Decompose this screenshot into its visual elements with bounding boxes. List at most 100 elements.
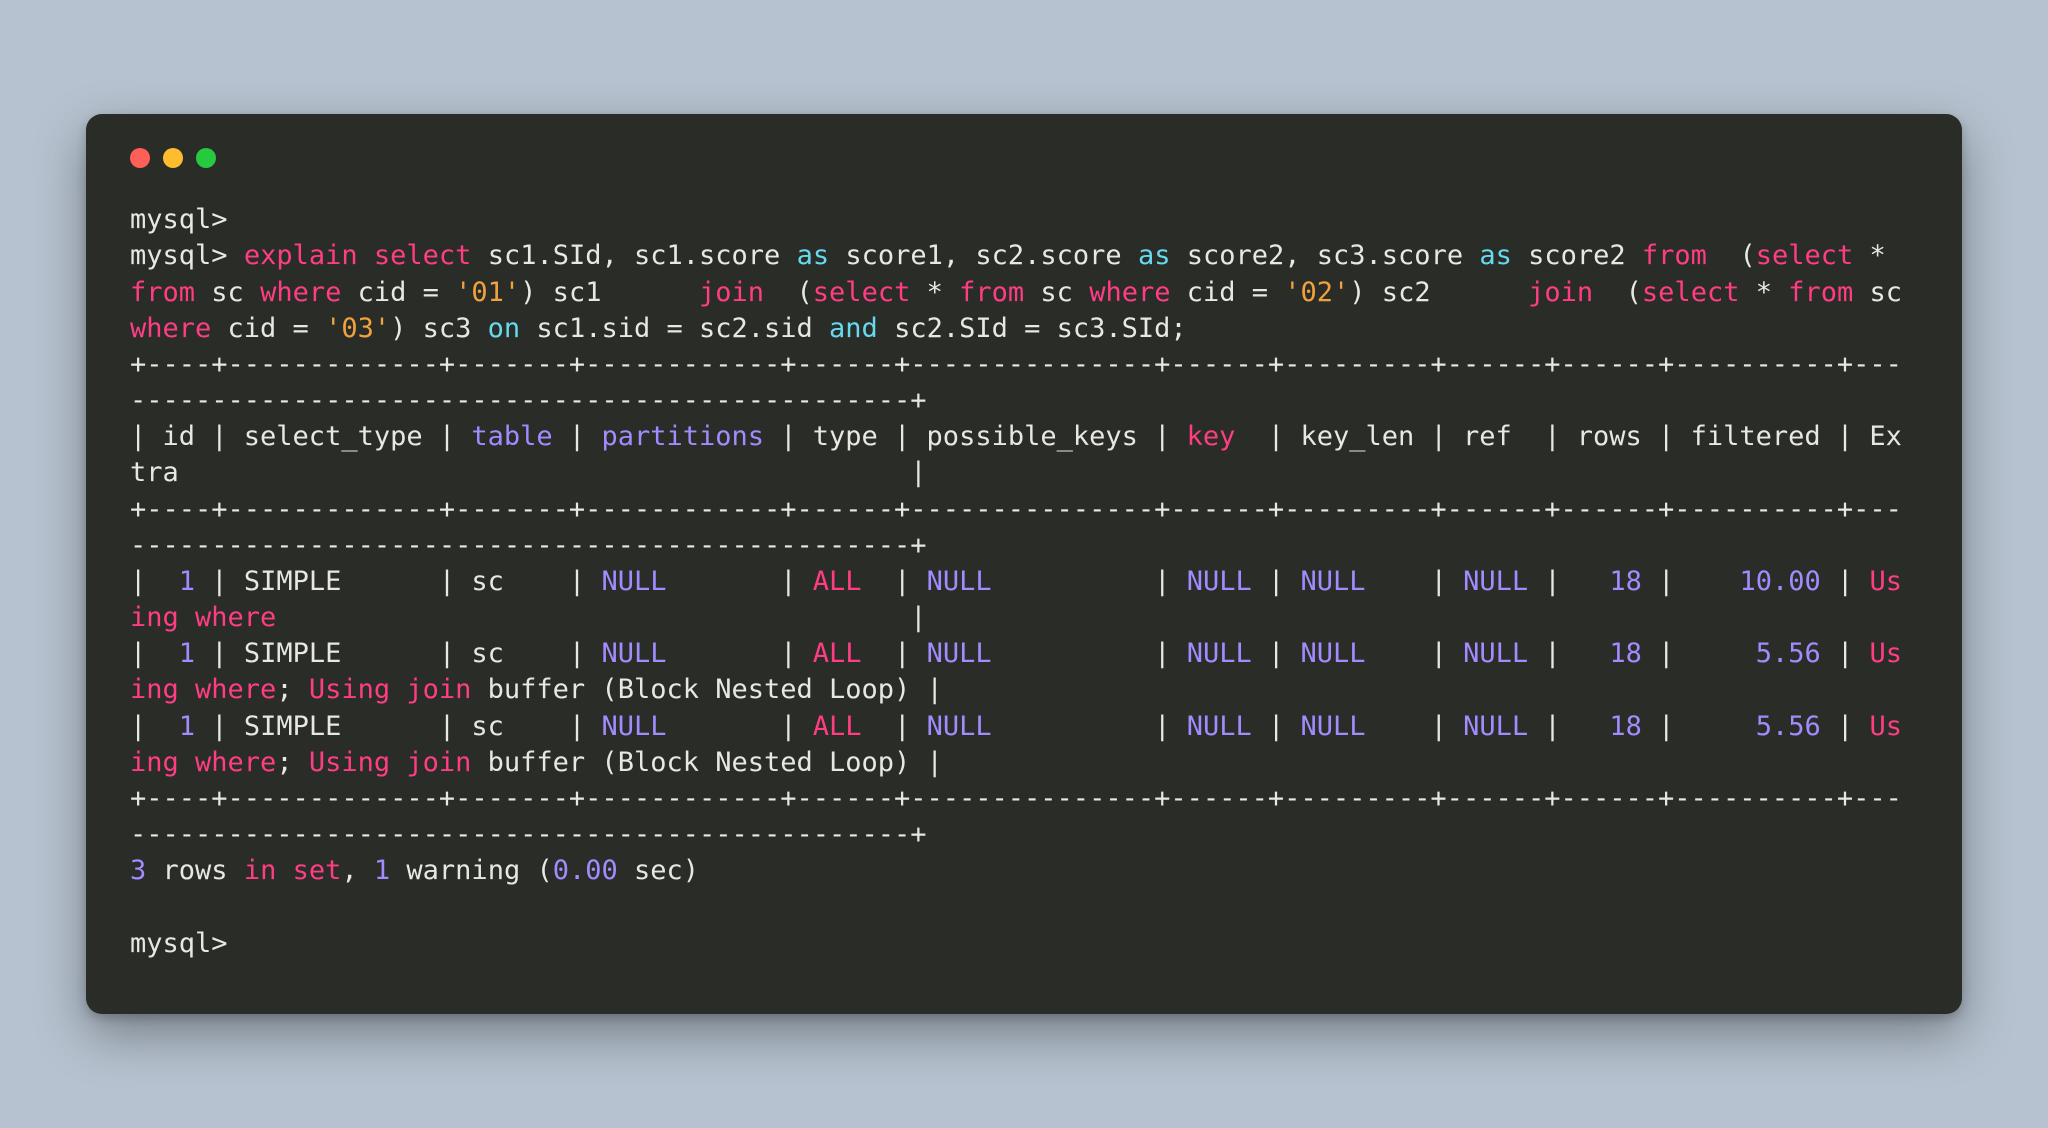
table-row: | <box>862 711 927 742</box>
kw-as: as <box>797 240 830 271</box>
cell-null: NULL <box>1301 711 1366 742</box>
sql-text: score1, sc2. <box>829 240 1040 271</box>
result-text: sec) <box>618 855 699 886</box>
sql-text: ( <box>1626 277 1642 308</box>
table-row: | <box>1642 638 1756 669</box>
cell-filtered: 5.56 <box>1756 711 1821 742</box>
kw-in: in <box>244 855 277 886</box>
kw-join: join <box>699 277 764 308</box>
warning-count: 1 <box>374 855 390 886</box>
sql-text: sc <box>1024 277 1089 308</box>
sql-text: cid = <box>211 313 325 344</box>
table-row: | <box>1642 711 1756 742</box>
sql-text: sc2.SId = sc3.SId; <box>878 313 1187 344</box>
table-border: +----+-------------+-------+------------… <box>130 494 1902 561</box>
sql-text: sc1.sid = sc2.sid <box>520 313 829 344</box>
col-table: table <box>471 421 552 452</box>
cell-null: NULL <box>1187 566 1252 597</box>
cell-null: NULL <box>1463 638 1528 669</box>
table-row: | <box>130 638 179 669</box>
cell-id: 1 <box>179 711 195 742</box>
sql-text: sc <box>195 277 260 308</box>
minimize-icon[interactable] <box>163 148 183 168</box>
timing: 0.00 <box>553 855 618 886</box>
sql-text: score <box>1382 240 1480 271</box>
prompt: mysql> <box>130 928 228 959</box>
table-row: | <box>1252 566 1301 597</box>
table-row: ; <box>276 674 309 705</box>
kw-on: on <box>488 313 521 344</box>
table-row: | SIMPLE | sc | <box>195 566 601 597</box>
table-row: | <box>276 602 926 633</box>
cell-filtered: 5.56 <box>1756 638 1821 669</box>
table-row: | <box>992 566 1187 597</box>
result-text <box>276 855 292 886</box>
kw-select: select <box>374 240 472 271</box>
sql-text: ) sc1 <box>520 277 699 308</box>
table-row: ; <box>276 747 309 778</box>
table-row: | <box>666 566 812 597</box>
kw-select: select <box>1642 277 1740 308</box>
table-row: | <box>1528 566 1609 597</box>
kw-from: from <box>1788 277 1853 308</box>
kw-explain: explain <box>244 240 358 271</box>
prompt: mysql> <box>130 240 228 271</box>
table-row: | <box>130 566 179 597</box>
cell-null: NULL <box>927 638 992 669</box>
sql-text: score <box>699 240 797 271</box>
sql-text: ) sc3 <box>390 313 488 344</box>
kw-as: as <box>1138 240 1171 271</box>
table-row: | <box>862 638 927 669</box>
prompt: mysql> <box>130 204 228 235</box>
maximize-icon[interactable] <box>196 148 216 168</box>
kw-where: where <box>1089 277 1170 308</box>
table-row: | <box>130 711 179 742</box>
table-row: | <box>862 566 927 597</box>
result-text: warning ( <box>390 855 553 886</box>
cell-null: NULL <box>1301 638 1366 669</box>
table-row: | <box>1821 638 1870 669</box>
table-row: | <box>1821 711 1870 742</box>
col-key: key <box>1187 421 1236 452</box>
table-header: | type | possible_keys | <box>764 421 1187 452</box>
cell-null: NULL <box>1301 566 1366 597</box>
sql-text: ( <box>1739 240 1755 271</box>
kw-select: select <box>813 277 911 308</box>
sql-text: ) sc2 <box>1349 277 1528 308</box>
table-row: | <box>1252 638 1301 669</box>
table-row: | <box>1642 566 1740 597</box>
terminal-output[interactable]: mysql> mysql> explain select sc1.SId, sc… <box>130 202 1918 962</box>
cell-null: NULL <box>927 711 992 742</box>
kw-from: from <box>1642 240 1707 271</box>
sql-text: sc1.SId, sc1. <box>488 240 699 271</box>
cell-rows: 18 <box>1609 711 1642 742</box>
kw-from: from <box>959 277 1024 308</box>
result-text: rows <box>146 855 244 886</box>
kw-join: join <box>1528 277 1593 308</box>
cell-null: NULL <box>1187 711 1252 742</box>
cell-null: NULL <box>601 638 666 669</box>
kw-set: set <box>293 855 342 886</box>
sql-text: * <box>1853 240 1902 271</box>
table-header: | id | select_type | <box>130 421 471 452</box>
cell-all: ALL <box>813 711 862 742</box>
window-controls <box>130 148 1918 168</box>
table-row: buffer (Block Nested Loop) | <box>471 747 942 778</box>
table-row: buffer (Block Nested Loop) | <box>471 674 942 705</box>
table-row: | SIMPLE | sc | <box>195 638 601 669</box>
cell-null: NULL <box>927 566 992 597</box>
table-row: | <box>1366 711 1464 742</box>
cell-null: NULL <box>1463 711 1528 742</box>
cell-null: NULL <box>1187 638 1252 669</box>
table-row: | <box>1821 566 1870 597</box>
cell-all: ALL <box>813 638 862 669</box>
close-icon[interactable] <box>130 148 150 168</box>
result-count: 3 <box>130 855 146 886</box>
result-text: , <box>341 855 374 886</box>
kw-and: and <box>829 313 878 344</box>
kw-as: as <box>1479 240 1512 271</box>
sql-text: score2 <box>1512 240 1642 271</box>
kw-select: select <box>1756 240 1854 271</box>
table-row: | <box>666 638 812 669</box>
sql-text: * <box>1739 277 1788 308</box>
